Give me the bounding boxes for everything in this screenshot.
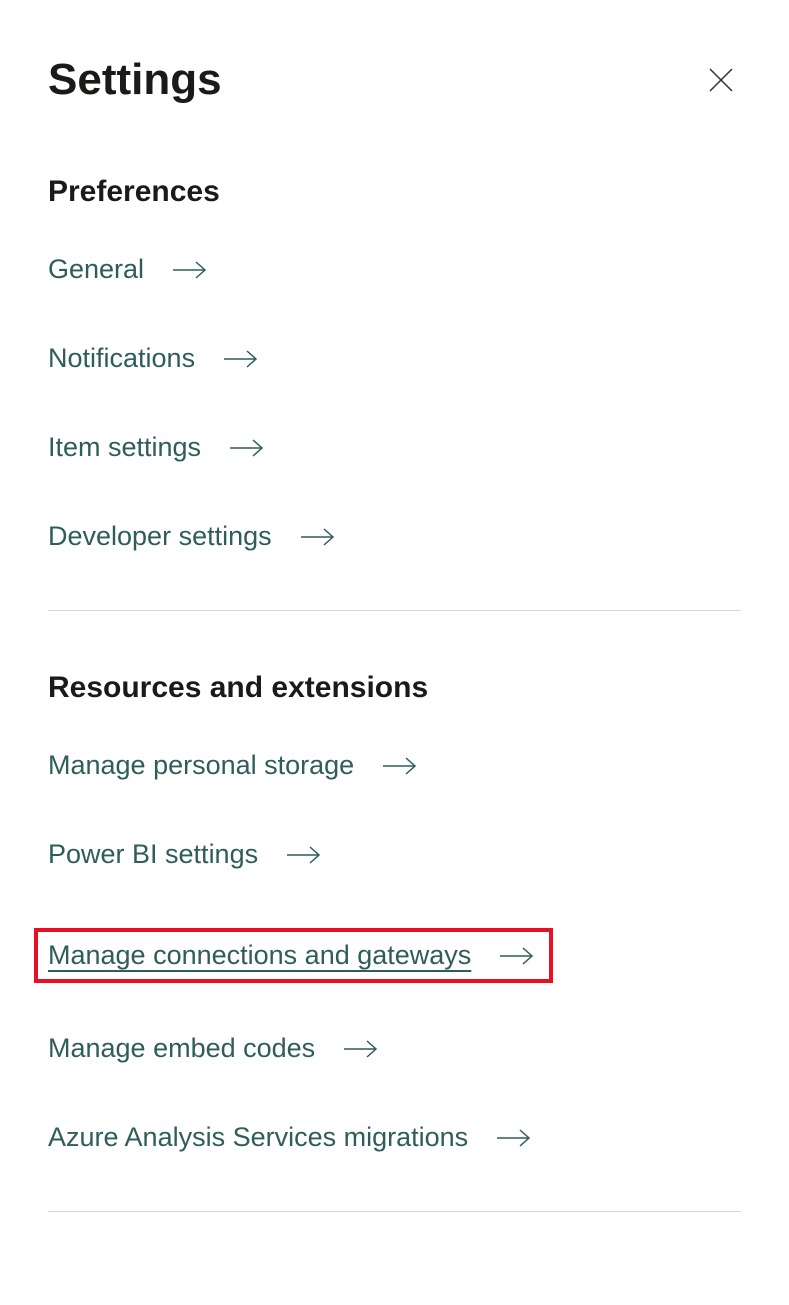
link-developer-settings[interactable]: Developer settings <box>48 521 741 552</box>
arrow-right-icon <box>300 527 336 547</box>
arrow-right-icon <box>286 845 322 865</box>
link-label: Manage connections and gateways <box>48 940 471 971</box>
close-button[interactable] <box>701 60 741 100</box>
link-item-settings[interactable]: Item settings <box>48 432 741 463</box>
arrow-right-icon <box>343 1039 379 1059</box>
arrow-right-icon <box>382 756 418 776</box>
link-label: Manage embed codes <box>48 1033 315 1064</box>
arrow-right-icon <box>496 1128 532 1148</box>
link-label: General <box>48 254 144 285</box>
link-power-bi-settings[interactable]: Power BI settings <box>48 839 741 870</box>
link-manage-embed-codes[interactable]: Manage embed codes <box>48 1033 741 1064</box>
section-heading-preferences: Preferences <box>48 175 741 209</box>
close-icon <box>707 66 735 94</box>
link-manage-personal-storage[interactable]: Manage personal storage <box>48 750 741 781</box>
arrow-right-icon <box>229 438 265 458</box>
panel-header: Settings <box>48 55 741 105</box>
section-divider <box>48 610 741 611</box>
link-manage-connections-gateways[interactable]: Manage connections and gateways <box>34 928 553 983</box>
link-label: Item settings <box>48 432 201 463</box>
arrow-right-icon <box>172 260 208 280</box>
panel-title: Settings <box>48 55 222 105</box>
link-notifications[interactable]: Notifications <box>48 343 741 374</box>
arrow-right-icon <box>499 946 535 966</box>
settings-panel: Settings Preferences General Notificatio… <box>0 0 789 1212</box>
link-label: Notifications <box>48 343 195 374</box>
link-label: Azure Analysis Services migrations <box>48 1122 468 1153</box>
link-label: Power BI settings <box>48 839 258 870</box>
link-azure-analysis-services-migrations[interactable]: Azure Analysis Services migrations <box>48 1122 741 1153</box>
section-divider <box>48 1211 741 1212</box>
link-general[interactable]: General <box>48 254 741 285</box>
arrow-right-icon <box>223 349 259 369</box>
section-heading-resources: Resources and extensions <box>48 671 741 705</box>
link-label: Developer settings <box>48 521 272 552</box>
link-label: Manage personal storage <box>48 750 354 781</box>
